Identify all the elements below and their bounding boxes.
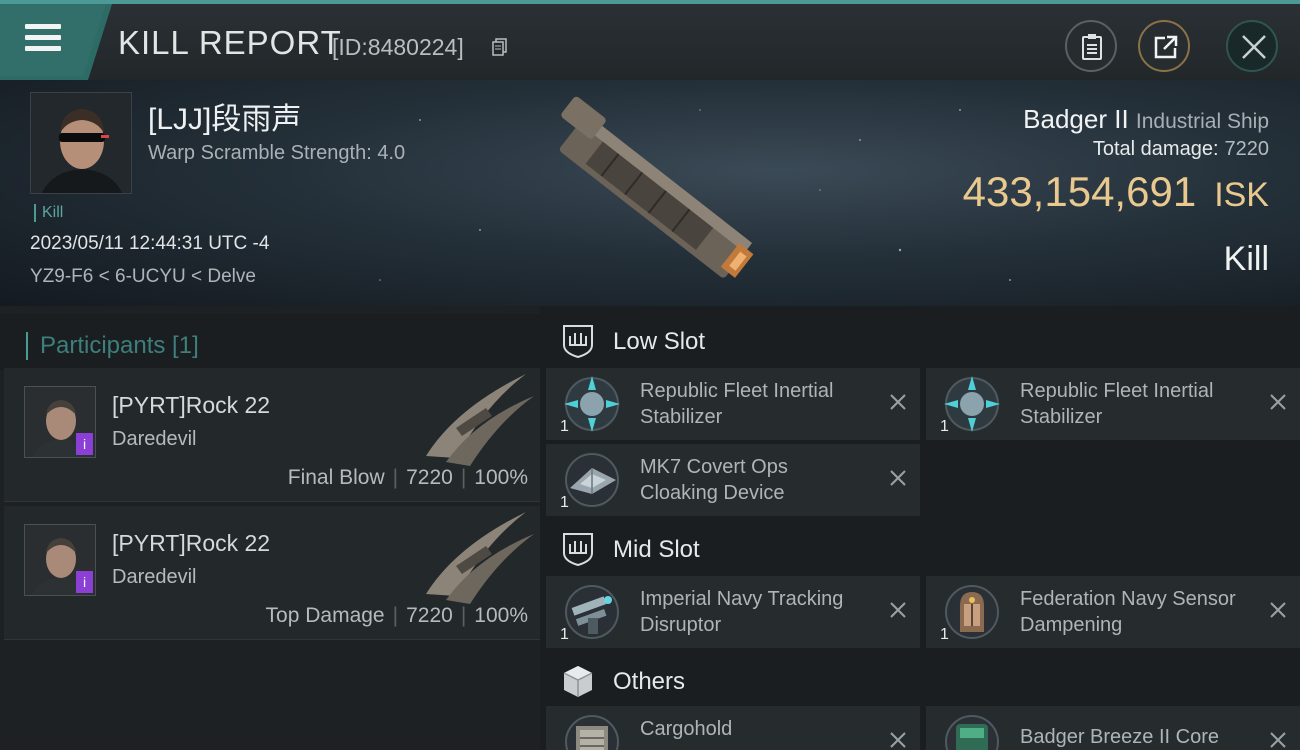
module-item[interactable]: Cargohold [546,706,920,750]
cloaking-device-icon [565,453,619,507]
participant-portrait: i [24,386,96,458]
participant-portrait: i [24,524,96,596]
total-damage: Total damage: 7220 [1093,138,1269,161]
participant-ship-image[interactable] [416,506,536,606]
isk-amount: 433,154,691 [962,168,1197,215]
module-item[interactable]: 1 Republic Fleet Inertial Stabilizer [546,368,920,440]
participant-damage: 7220 [406,466,453,489]
share-button[interactable] [1138,20,1190,72]
module-item[interactable]: Badger Breeze II Core [926,706,1300,750]
participant-stats: Top Damage | 7220 | 100% [265,604,528,627]
hamburger-menu-icon[interactable] [25,24,61,54]
cargohold-icon [565,715,619,750]
low-slot-icon [563,325,593,359]
low-slot-title: Low Slot [613,328,706,355]
ship-core-icon [945,715,999,750]
participant-role: Final Blow [287,466,385,489]
share-icon [1154,35,1178,59]
participant-ship: Daredevil [112,428,197,450]
module-item[interactable]: 1 MK7 Covert Ops Cloaking Device [546,444,920,516]
victim-avatar-image [31,93,131,193]
close-icon [1242,35,1266,59]
module-name: MK7 Covert Ops Cloaking Device [640,456,788,504]
fitting-panel: Low Slot 1 Republic Fleet Inertial Stabi… [540,306,1300,750]
participant-damage: 7220 [406,604,453,627]
isk-value: 433,154,691 ISK [963,168,1269,216]
total-damage-value: 7220 [1224,138,1270,160]
module-quantity: 1 [560,418,569,435]
kill-status: Kill [1223,240,1269,278]
clipboard-icon [1082,34,1102,60]
total-damage-label: Total damage: [1092,138,1219,160]
victim-ship-class: Industrial Ship [1135,110,1269,133]
mid-slot-title: Mid Slot [613,536,700,563]
page-title: KILL REPORT [118,24,342,61]
participant-badge: i [76,433,93,455]
participant-role: Top Damage [265,604,385,627]
destroyed-x-icon [890,470,906,486]
module-item[interactable]: 1 Imperial Navy Tracking Disruptor [546,576,920,648]
module-quantity: 1 [560,626,569,643]
copy-icon[interactable] [492,38,508,56]
victim-ship[interactable]: Badger II Industrial Ship [1023,104,1269,135]
warp-scramble-strength: Warp Scramble Strength: 4.0 [148,142,406,164]
header-bar: KILL REPORT [ID:8480224] [0,0,1300,80]
sensor-dampener-icon [945,585,999,639]
inertial-stabilizer-icon [564,376,620,432]
participant-percent: 100% [474,604,528,627]
report-id: [ID:8480224] [332,34,464,60]
destroyed-x-icon [1270,732,1286,748]
participant-row[interactable]: i [PYRT]Rock 22 Daredevil Final Blow | 722… [4,368,540,502]
module-name: Imperial Navy Tracking Disruptor [640,588,844,636]
participant-stats: Final Blow | 7220 | 100% [287,466,528,489]
participant-name[interactable]: [PYRT]Rock 22 [112,392,270,419]
module-name: Badger Breeze II Core [1020,726,1219,748]
kill-summary-banner: [LJJ]段雨声 Warp Scramble Strength: 4.0 Kil… [0,80,1300,306]
participant-row[interactable]: i [PYRT]Rock 22 Daredevil Top Damage | 722… [4,506,540,640]
participants-panel: Participants [1] i [PYRT]Rock 22 Daredev… [0,306,540,750]
mid-slot-icon [563,533,593,567]
destroyed-x-icon [1270,602,1286,618]
victim-ship-image[interactable] [520,90,780,300]
participant-badge: i [76,571,93,593]
others-title: Others [613,668,686,695]
isk-unit: ISK [1214,176,1269,214]
module-quantity: 1 [940,418,949,435]
module-name: Republic Fleet Inertial Stabilizer [1020,380,1214,428]
close-button[interactable] [1226,20,1278,72]
module-quantity: 1 [940,626,949,643]
kill-timestamp: 2023/05/11 12:44:31 UTC -4 [30,233,270,254]
victim-ship-name: Badger II [1023,104,1129,134]
cargo-box-icon [563,666,593,697]
participant-percent: 100% [474,466,528,489]
low-slot-header: Low Slot [540,310,1300,372]
menu-tab[interactable] [0,4,112,80]
participants-title: Participants [1] [26,332,199,360]
clipboard-button[interactable] [1065,20,1117,72]
mid-slot-header: Mid Slot [540,518,1300,580]
destroyed-x-icon [890,732,906,748]
module-name: Federation Navy Sensor Dampening [1020,588,1236,636]
module-quantity: 1 [560,494,569,511]
destroyed-x-icon [890,602,906,618]
participant-ship: Daredevil [112,566,197,588]
victim-portrait[interactable] [30,92,132,194]
destroyed-x-icon [1270,394,1286,410]
destroyed-x-icon [890,394,906,410]
kill-tag: Kill [34,204,63,222]
module-name: Republic Fleet Inertial Stabilizer [640,380,834,428]
inertial-stabilizer-icon [944,376,1000,432]
others-header: Others [540,650,1300,712]
tracking-disruptor-icon [565,585,619,639]
participant-ship-image[interactable] [416,368,536,468]
participants-header: Participants [1] [0,314,540,370]
victim-name[interactable]: [LJJ]段雨声 [148,94,301,138]
kill-location[interactable]: YZ9-F6 < 6-UCYU < Delve [30,266,256,288]
module-item[interactable]: 1 Federation Navy Sensor Dampening [926,576,1300,648]
module-item[interactable]: 1 Republic Fleet Inertial Stabilizer [926,368,1300,440]
module-name: Cargohold [640,718,733,740]
participant-name[interactable]: [PYRT]Rock 22 [112,530,270,557]
